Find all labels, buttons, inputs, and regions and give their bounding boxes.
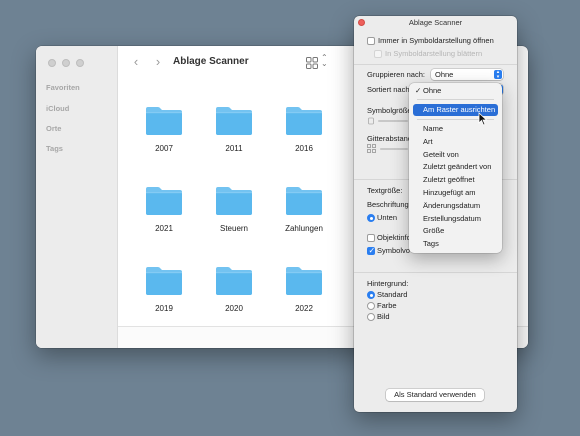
- label-position-bottom-radio[interactable]: [367, 214, 375, 222]
- always-icon-view-checkbox[interactable]: [367, 37, 375, 45]
- folder-icon: [146, 267, 182, 295]
- folder-item[interactable]: 2019: [134, 264, 194, 313]
- folder-item[interactable]: 2020: [204, 264, 264, 313]
- sidebar-section-icloud[interactable]: iCloud: [46, 104, 69, 113]
- folder-item[interactable]: 2022: [274, 264, 334, 313]
- small-icon-size-icon: [368, 117, 374, 125]
- window-title: Ablage Scanner: [173, 56, 249, 67]
- folder-item[interactable]: Steuern: [204, 184, 264, 233]
- menu-item-sort-option[interactable]: Geteilt von: [413, 149, 498, 161]
- folder-icon: [286, 187, 322, 215]
- folder-name: Steuern: [219, 224, 249, 233]
- browse-icon-view-checkbox[interactable]: [374, 50, 382, 58]
- icon-preview-label: Symbolvo: [377, 246, 410, 255]
- menu-item-sort-option[interactable]: Größe: [413, 225, 498, 237]
- grid-spacing-slider[interactable]: [380, 148, 408, 150]
- folder-item[interactable]: 2016: [274, 104, 334, 153]
- close-window-button[interactable]: [48, 59, 56, 67]
- folder-name: 2022: [295, 304, 313, 313]
- folder-icon: [286, 267, 322, 295]
- background-image-label: Bild: [377, 312, 390, 321]
- sidebar-section-orte[interactable]: Orte: [46, 124, 61, 133]
- sidebar-section-tags[interactable]: Tags: [46, 144, 63, 153]
- popup-chevron-icon: ▴▾: [494, 70, 502, 79]
- background-standard-label: Standard: [377, 290, 408, 299]
- icon-size-slider[interactable]: [378, 120, 408, 122]
- sidebar-section-favoriten[interactable]: Favoriten: [46, 83, 80, 92]
- minimize-window-button[interactable]: [62, 59, 70, 67]
- menu-separator: [417, 99, 494, 100]
- folder-name: 2019: [155, 304, 173, 313]
- close-panel-button[interactable]: [358, 19, 365, 26]
- sort-by-menu: ✓ Ohne Am Raster ausrichten Name Art Getei…: [409, 83, 502, 253]
- folder-name: 2011: [225, 144, 243, 153]
- browse-icon-view-label: In Symboldarstellung blättern: [385, 49, 483, 58]
- folder-icon: [146, 187, 182, 215]
- background-label: Hintergrund:: [367, 279, 409, 288]
- icon-preview-checkbox[interactable]: [367, 246, 375, 255]
- menu-item-sort-option[interactable]: Zuletzt geöffnet: [413, 174, 498, 186]
- menu-item-sort-option[interactable]: Art: [413, 136, 498, 148]
- folder-item[interactable]: 2011: [204, 104, 264, 153]
- label-position-label: Beschriftung: [367, 200, 409, 209]
- menu-item-sort-option[interactable]: Zuletzt geändert von: [413, 161, 498, 173]
- menu-item-ohne[interactable]: ✓ Ohne: [413, 85, 498, 97]
- panel-title: Ablage Scanner: [408, 18, 463, 27]
- grid-spacing-icon: [367, 144, 376, 153]
- back-button[interactable]: ‹: [130, 55, 142, 69]
- folder-icon: [216, 187, 252, 215]
- window-controls: [48, 59, 84, 67]
- folder-name: 2007: [155, 144, 173, 153]
- zoom-window-button[interactable]: [76, 59, 84, 67]
- view-options-chevron-icon[interactable]: ⌃ ⌄: [321, 54, 328, 68]
- menu-item-sort-option[interactable]: Tags: [413, 238, 498, 250]
- folder-item[interactable]: Zahlungen: [274, 184, 334, 233]
- folder-name: 2020: [225, 304, 243, 313]
- mouse-cursor-icon: [478, 112, 488, 126]
- background-standard-radio[interactable]: [367, 291, 375, 299]
- always-icon-view-label: Immer in Symboldarstellung öffnen: [378, 36, 494, 45]
- folder-name: 2021: [155, 224, 173, 233]
- label-position-bottom-label: Unten: [377, 213, 398, 222]
- folder-name: 2016: [295, 144, 313, 153]
- sort-by-label: Sortiert nach: [367, 85, 410, 94]
- separator: [354, 64, 517, 65]
- background-image-radio[interactable]: [367, 313, 375, 321]
- menu-item-sort-option[interactable]: Hinzugefügt am: [413, 187, 498, 199]
- background-color-label: Farbe: [377, 301, 397, 310]
- folder-item[interactable]: 2007: [134, 104, 194, 153]
- group-by-popup[interactable]: Ohne ▴ ▾: [431, 69, 503, 80]
- background-color-radio[interactable]: [367, 302, 375, 310]
- folder-icon: [286, 107, 322, 135]
- menu-item-sort-option[interactable]: Erstellungsdatum: [413, 213, 498, 225]
- group-by-value: Ohne: [435, 70, 454, 79]
- menu-item-sort-option[interactable]: Änderungsdatum: [413, 200, 498, 212]
- separator: [354, 272, 517, 273]
- folder-item[interactable]: 2021: [134, 184, 194, 233]
- item-info-checkbox[interactable]: [367, 234, 375, 242]
- checkmark-icon: ✓: [415, 86, 422, 95]
- icon-size-label: Symbolgröße: [367, 106, 412, 115]
- item-info-label: Objektinfo: [377, 233, 411, 242]
- use-as-defaults-button[interactable]: Als Standard verwenden: [386, 389, 484, 401]
- grid-spacing-label: Gitterabstand: [367, 134, 413, 143]
- folder-icon: [146, 107, 182, 135]
- folder-icon: [216, 107, 252, 135]
- text-size-label: Textgröße:: [367, 186, 403, 195]
- menu-item-label: Ohne: [423, 86, 442, 95]
- forward-button[interactable]: ›: [152, 55, 164, 69]
- folder-name: Zahlungen: [285, 224, 323, 233]
- folder-icon: [216, 267, 252, 295]
- finder-sidebar: Favoriten iCloud Orte Tags: [36, 46, 118, 348]
- group-by-label: Gruppieren nach:: [367, 70, 425, 79]
- grid-view-icon[interactable]: [306, 57, 318, 69]
